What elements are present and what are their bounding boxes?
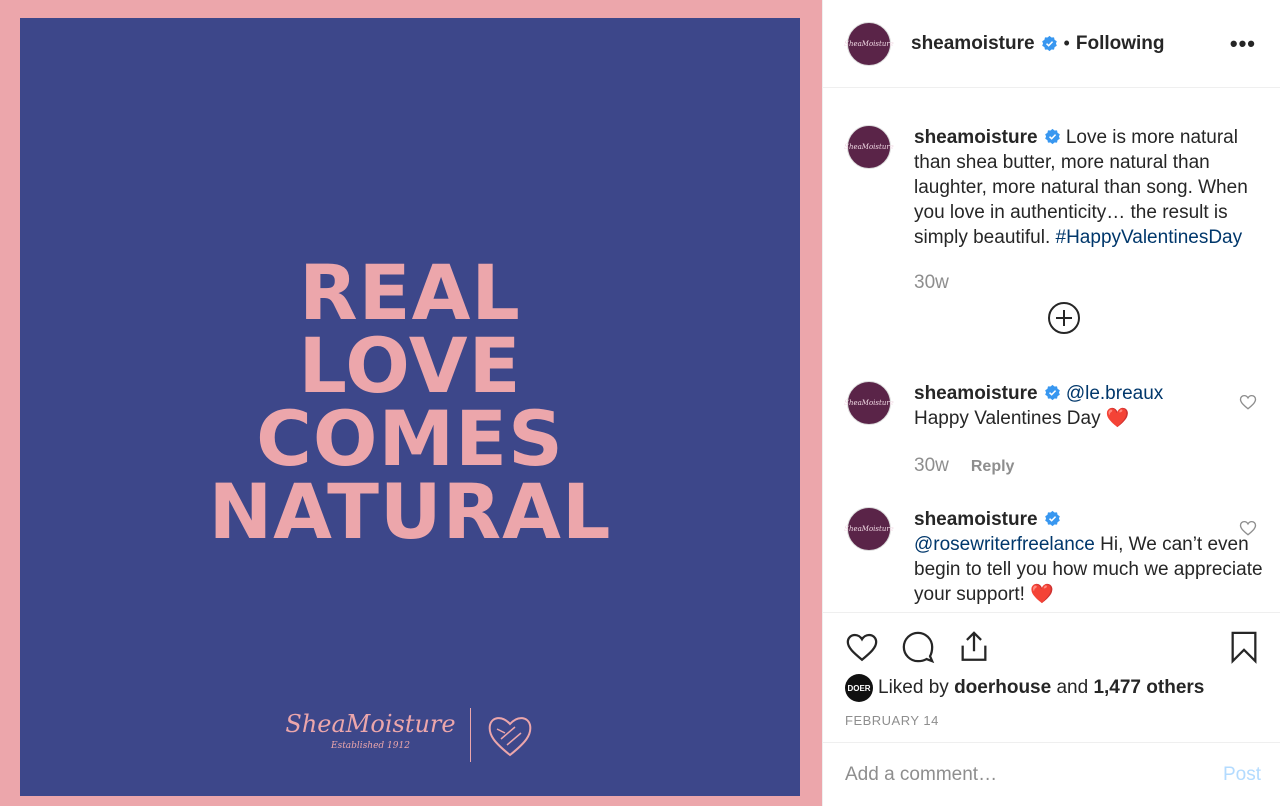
dot-separator: • xyxy=(1063,33,1070,53)
headline-line: COMES xyxy=(256,394,564,483)
comment-icon[interactable] xyxy=(901,630,935,664)
post-header: SheaMoisture sheamoisture • Following ••… xyxy=(823,0,1280,88)
headline-line: LOVE xyxy=(298,321,522,410)
verified-icon xyxy=(1041,35,1057,52)
comments-list[interactable]: SheaMoisture sheamoisture Love is more n… xyxy=(823,89,1280,612)
likes-text: Liked by doerhouse and 1,477 others xyxy=(878,677,1204,699)
reply-button[interactable]: Reply xyxy=(971,454,1015,479)
heart-icon[interactable] xyxy=(845,630,879,664)
brand-name: SheaMoisture xyxy=(285,710,456,738)
heart-logo-icon xyxy=(488,717,531,757)
list-item: SheaMoisture sheamoisture @le.breaux Hap… xyxy=(844,381,1267,479)
comment-username[interactable]: sheamoisture xyxy=(914,383,1038,404)
bookmark-icon[interactable] xyxy=(1227,630,1261,664)
brand-divider xyxy=(469,708,471,762)
action-icons xyxy=(845,629,1261,665)
avatar[interactable]: SheaMoisture xyxy=(844,21,894,66)
verified-icon xyxy=(1044,384,1060,401)
likes-prefix: Liked by xyxy=(878,677,949,698)
caption-time[interactable]: 30w xyxy=(914,270,949,295)
comment-input[interactable] xyxy=(845,763,1223,786)
headline-line: REAL xyxy=(299,248,521,337)
post-image-panel: REAL LOVE COMES NATURAL SheaMoisture Est… xyxy=(0,0,822,806)
more-options-button[interactable]: ••• xyxy=(1230,31,1256,57)
verified-icon xyxy=(1044,510,1060,527)
post-image: REAL LOVE COMES NATURAL SheaMoisture Est… xyxy=(20,18,800,796)
comment-text: Happy Valentines Day xyxy=(914,408,1101,429)
avatar[interactable]: SheaMoisture xyxy=(844,125,894,169)
heart-emoji: ❤️ xyxy=(1105,408,1130,429)
headline-line: NATURAL xyxy=(208,467,612,556)
post-sidebar: SheaMoisture sheamoisture • Following ••… xyxy=(822,0,1280,806)
avatar[interactable]: SheaMoisture xyxy=(844,381,894,425)
caption: SheaMoisture sheamoisture Love is more n… xyxy=(844,125,1267,295)
verified-icon xyxy=(1044,128,1060,145)
add-comment-bar: Post xyxy=(823,742,1280,806)
mention-link[interactable]: @rosewriterfreelance xyxy=(914,534,1095,555)
likes-and: and xyxy=(1056,677,1089,698)
actions-bar: DOER Liked by doerhouse and 1,477 others… xyxy=(823,612,1280,742)
mention-link[interactable]: @le.breaux xyxy=(1066,383,1163,404)
header-username[interactable]: sheamoisture xyxy=(911,33,1035,55)
brand-row: SheaMoisture Established 1912 xyxy=(20,708,800,762)
avatar[interactable]: SheaMoisture xyxy=(844,507,894,551)
hashtag-link[interactable]: #HappyValentinesDay xyxy=(1056,227,1243,248)
comment-body: sheamoisture @le.breaux Happy Valentines… xyxy=(914,381,1264,479)
comment-body: sheamoisture @rosewriterfreelance Hi, We… xyxy=(914,507,1264,607)
like-comment-heart-icon[interactable] xyxy=(1239,393,1257,411)
following-button[interactable]: Following xyxy=(1076,33,1165,55)
like-comment-heart-icon[interactable] xyxy=(1239,519,1257,537)
post-button[interactable]: Post xyxy=(1223,764,1261,786)
brand-tagline: Established 1912 xyxy=(331,741,410,751)
caption-body: sheamoisture Love is more natural than s… xyxy=(914,125,1264,295)
add-circle-icon[interactable] xyxy=(1047,301,1081,335)
share-icon[interactable] xyxy=(957,630,991,664)
brand-logo: SheaMoisture Established 1912 xyxy=(285,710,456,757)
list-item: SheaMoisture sheamoisture @rosewriterfre… xyxy=(844,507,1267,607)
avatar[interactable]: DOER xyxy=(845,674,873,702)
caption-username[interactable]: sheamoisture xyxy=(914,127,1038,148)
heart-emoji: ❤️ xyxy=(1030,584,1054,605)
likes-count-link[interactable]: 1,477 others xyxy=(1093,677,1204,698)
headline: REAL LOVE COMES NATURAL xyxy=(20,248,800,556)
comment-time[interactable]: 30w xyxy=(914,453,949,478)
comment-username[interactable]: sheamoisture xyxy=(914,509,1038,530)
liker-username[interactable]: doerhouse xyxy=(954,677,1051,698)
likes-row: DOER Liked by doerhouse and 1,477 others xyxy=(845,674,1204,702)
post-date[interactable]: FEBRUARY 14 xyxy=(845,713,939,728)
